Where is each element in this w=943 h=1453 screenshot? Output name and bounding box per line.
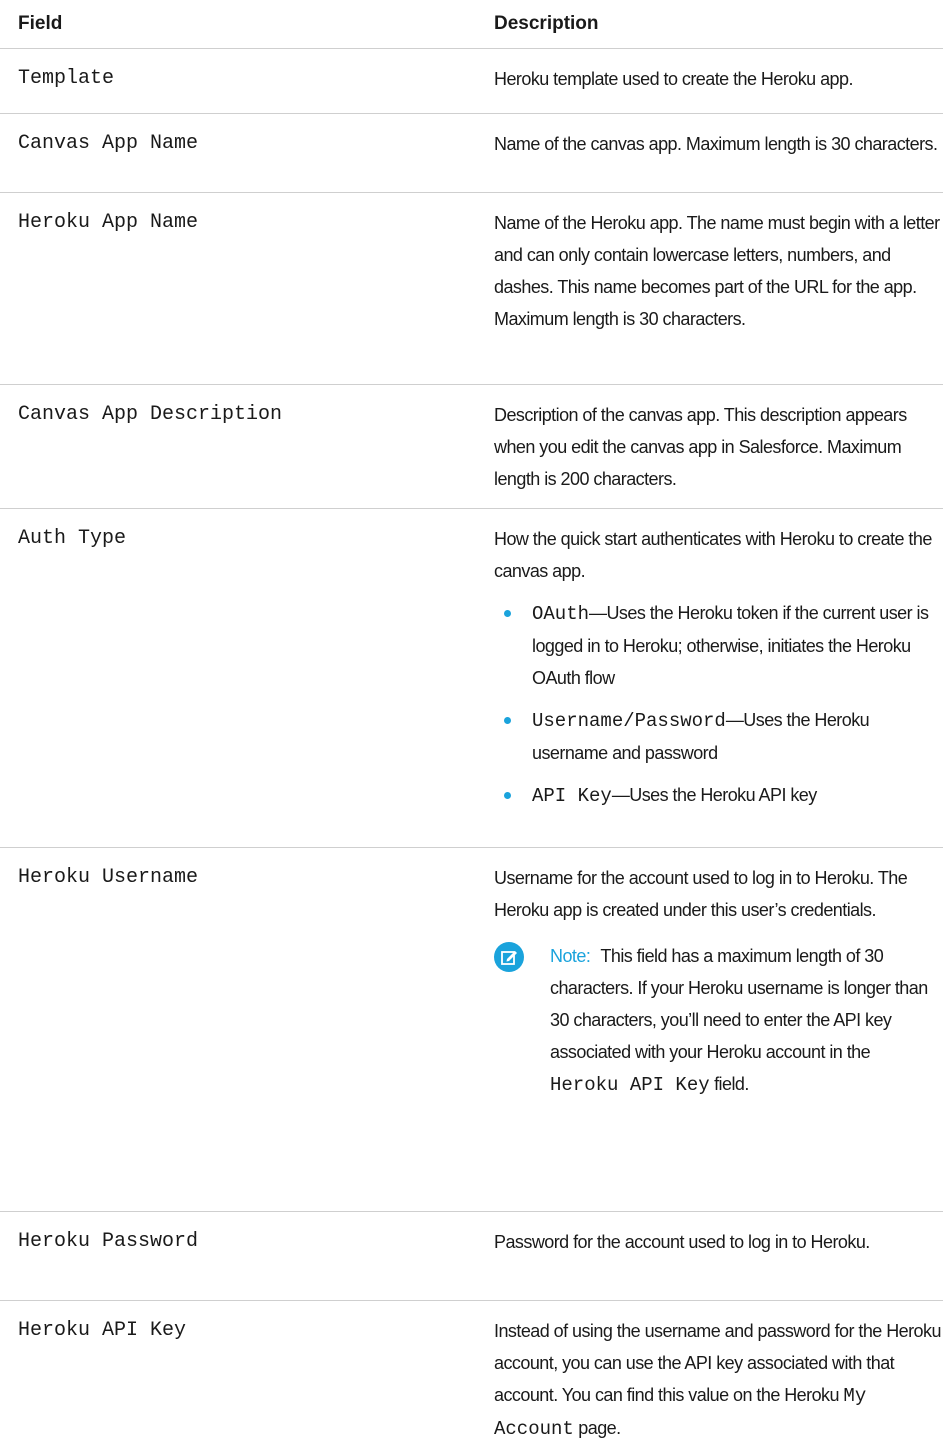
description-text: Username for the account used to log in … <box>494 868 908 920</box>
field-name: Canvas App Description <box>18 403 283 426</box>
description-text: Password for the account used to log in … <box>494 1232 870 1252</box>
description-text: Instead of using the username and passwo… <box>494 1315 941 1445</box>
description-column-header: Description <box>494 13 599 34</box>
table-header: Field Description <box>0 0 943 49</box>
field-description: Instead of using the username and passwo… <box>493 1301 943 1453</box>
note-code: Heroku API Key <box>550 1074 710 1096</box>
field-description: Name of the canvas app. Maximum length i… <box>493 114 943 192</box>
note-callout: Note: This field has a maximum length of… <box>494 940 941 1101</box>
field-name: Heroku Username <box>18 866 199 889</box>
description-text: Name of the Heroku app. The name must be… <box>494 213 940 329</box>
table-row: Heroku API Key Instead of using the user… <box>0 1301 943 1453</box>
table-row: Template Heroku template used to create … <box>0 49 943 114</box>
table-row: Auth Type How the quick start authentica… <box>0 509 943 848</box>
field-name: Canvas App Name <box>18 132 199 155</box>
option-text: —Uses the Heroku API key <box>611 785 817 805</box>
field-description: How the quick start authenticates with H… <box>493 509 943 847</box>
field-name: Heroku App Name <box>18 211 199 234</box>
option-code: OAuth <box>532 603 590 625</box>
description-text-end: page. <box>578 1418 621 1438</box>
description-text: Description of the canvas app. This desc… <box>494 405 907 489</box>
description-text: How the quick start authenticates with H… <box>494 529 932 581</box>
field-description: Heroku template used to create the Herok… <box>493 49 943 113</box>
description-column-header-cell: Description <box>493 13 943 35</box>
note-text-end: field. <box>714 1074 749 1094</box>
field-description: Password for the account used to log in … <box>493 1212 943 1300</box>
bullet-icon <box>504 792 511 799</box>
field-name: Template <box>18 67 115 90</box>
list-item: Username/Password—Uses the Heroku userna… <box>494 704 941 769</box>
table-row: Canvas App Description Description of th… <box>0 385 943 509</box>
table-row: Heroku Username Username for the account… <box>0 848 943 1212</box>
table-row: Canvas App Name Name of the canvas app. … <box>0 114 943 193</box>
note-text: This field has a maximum length of 30 ch… <box>550 946 928 1062</box>
description-text-start: Instead of using the username and passwo… <box>494 1321 941 1405</box>
field-description-table: Field Description Template Heroku templa… <box>0 0 943 1453</box>
field-name: Heroku API Key <box>18 1319 187 1342</box>
list-item: API Key—Uses the Heroku API key <box>494 779 941 812</box>
description-text: Name of the canvas app. Maximum length i… <box>494 134 938 154</box>
list-item: OAuth—Uses the Heroku token if the curre… <box>494 597 941 694</box>
note-label: Note: <box>550 946 591 966</box>
table-row: Heroku App Name Name of the Heroku app. … <box>0 193 943 385</box>
description-text: Heroku template used to create the Herok… <box>494 69 853 89</box>
option-text: —Uses the Heroku token if the current us… <box>532 603 929 688</box>
field-column-header: Field <box>18 13 63 34</box>
bullet-icon <box>504 610 511 617</box>
field-column-header-cell: Field <box>0 13 493 35</box>
option-code: Username/Password <box>532 710 726 732</box>
option-code: API Key <box>532 785 612 807</box>
note-edit-icon <box>494 942 524 972</box>
field-name: Auth Type <box>18 527 127 550</box>
auth-type-options-list: OAuth—Uses the Heroku token if the curre… <box>494 597 941 812</box>
bullet-icon <box>504 717 511 724</box>
field-description: Username for the account used to log in … <box>493 848 943 1211</box>
table-row: Heroku Password Password for the account… <box>0 1212 943 1301</box>
field-description: Description of the canvas app. This desc… <box>493 385 943 508</box>
field-description: Name of the Heroku app. The name must be… <box>493 193 943 384</box>
field-name: Heroku Password <box>18 1230 199 1253</box>
